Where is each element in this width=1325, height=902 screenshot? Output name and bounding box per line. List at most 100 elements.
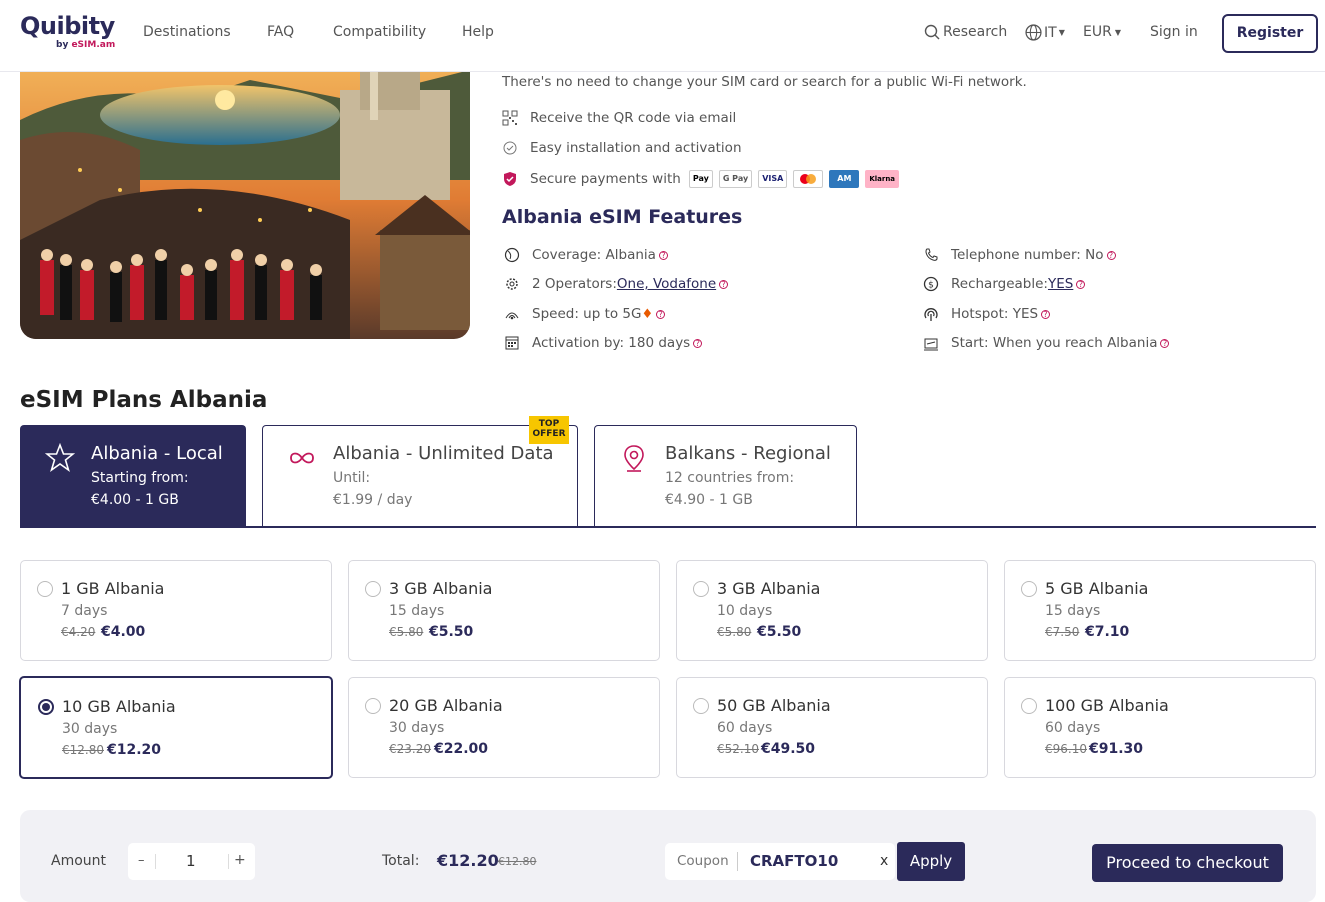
nav-help[interactable]: Help <box>462 24 494 40</box>
plan-card[interactable]: 3 GB Albania 10 days €5.80 €5.50 <box>676 560 988 661</box>
globe-icon <box>1025 24 1042 41</box>
feature-coverage: Coverage: Albania? <box>504 247 668 263</box>
feature-operators: 2 Operators: One, Vodafone? <box>504 276 729 292</box>
info-icon[interactable]: ? <box>719 279 729 289</box>
currency-select[interactable]: EUR ▼ <box>1083 24 1121 40</box>
feature-activation-label: Activation by: 180 days <box>532 335 691 351</box>
language-select[interactable]: IT ▼ <box>1025 24 1065 41</box>
logo-sub-prefix: by <box>56 40 72 50</box>
tab-price: €4.90 - 1 GB <box>665 492 753 508</box>
language-value: IT <box>1044 24 1057 41</box>
plan-card[interactable]: 5 GB Albania 15 days €7.50 €7.10 <box>1004 560 1316 661</box>
plan-price: €4.00 <box>101 624 146 640</box>
plan-duration: 15 days <box>389 603 445 619</box>
plan-radio[interactable] <box>1021 698 1037 714</box>
nav-compatibility[interactable]: Compatibility <box>333 24 426 40</box>
info-icon[interactable]: ? <box>658 250 668 260</box>
plan-name: 100 GB Albania <box>1045 696 1169 715</box>
tab-subtitle: Starting from: <box>91 470 189 486</box>
clear-coupon-button[interactable]: x <box>880 853 888 869</box>
globe-icon <box>504 247 520 263</box>
highlight-payments: Secure payments with Pay G Pay VISA AM K… <box>502 170 900 188</box>
signal-icon <box>505 312 519 320</box>
plan-old-price: €5.80 <box>389 625 424 639</box>
increment-button[interactable]: + <box>234 852 246 868</box>
secure-shield-icon <box>504 172 516 186</box>
hotspot-icon <box>924 308 938 321</box>
klarna-logo: Klarna <box>865 170 900 188</box>
apply-coupon-button[interactable]: Apply <box>897 842 965 881</box>
plan-card[interactable]: 50 GB Albania 60 days €52.10 €49.50 <box>676 677 988 778</box>
plan-name: 50 GB Albania <box>717 696 831 715</box>
operators-link[interactable]: One, Vodafone <box>617 276 716 292</box>
plan-card[interactable]: 20 GB Albania 30 days €23.20 €22.00 <box>348 677 660 778</box>
phone-icon <box>925 248 938 261</box>
feature-speed-label: Speed: up to 5G <box>532 306 642 322</box>
feature-hotspot: Hotspot: YES? <box>923 306 1051 322</box>
proceed-to-checkout-button[interactable]: Proceed to checkout <box>1092 844 1283 882</box>
tab-albania-local[interactable]: Albania - Local Starting from: €4.00 - 1… <box>20 425 246 526</box>
decrement-button[interactable]: – <box>138 853 145 868</box>
plan-radio[interactable] <box>37 581 53 597</box>
total-price: €12.20 <box>437 851 499 870</box>
info-icon[interactable]: ? <box>1041 309 1051 319</box>
svg-text:$: $ <box>928 281 934 291</box>
logo-sub-brand: eSIM <box>71 40 97 50</box>
nav-destinations[interactable]: Destinations <box>143 24 231 40</box>
coupon-input[interactable]: CRAFTO10 <box>750 852 838 870</box>
research-link[interactable]: Research <box>924 24 1007 40</box>
operator-gear-icon <box>506 278 518 290</box>
plan-radio[interactable] <box>365 581 381 597</box>
plan-old-price: €23.20 <box>389 742 431 756</box>
info-icon[interactable]: ? <box>1160 338 1170 348</box>
info-icon[interactable]: ? <box>1106 250 1116 260</box>
plan-duration: 10 days <box>717 603 773 619</box>
feature-hotspot-label: Hotspot: YES <box>951 306 1039 322</box>
register-button[interactable]: Register <box>1222 14 1318 53</box>
qr-code-icon <box>502 110 518 126</box>
plan-card[interactable]: 1 GB Albania 7 days €4.20 €4.00 <box>20 560 332 661</box>
plan-name: 3 GB Albania <box>717 579 821 598</box>
plan-duration: 60 days <box>717 720 773 736</box>
quantity-input[interactable]: 1 <box>186 852 196 870</box>
checkout-bar: Amount – 1 + Total: €12.20 €12.80 Coupon… <box>20 810 1316 902</box>
nav-faq[interactable]: FAQ <box>267 24 294 40</box>
amount-label: Amount <box>51 853 107 869</box>
plan-name: 20 GB Albania <box>389 696 503 715</box>
feature-rechargeable: $ Rechargeable: YES? <box>923 276 1086 292</box>
tab-title: Balkans - Regional <box>665 443 831 464</box>
info-icon[interactable]: ? <box>1076 279 1086 289</box>
total-old-price: €12.80 <box>498 855 537 868</box>
plan-duration: 30 days <box>62 721 118 737</box>
plan-radio[interactable] <box>1021 581 1037 597</box>
visa-logo: VISA <box>758 170 788 188</box>
info-icon[interactable]: ? <box>656 309 666 319</box>
rechargeable-link[interactable]: YES <box>1048 276 1073 292</box>
sign-in-link[interactable]: Sign in <box>1150 24 1198 40</box>
plan-card[interactable]: 3 GB Albania 15 days €5.80 €5.50 <box>348 560 660 661</box>
tab-balkans-regional[interactable]: Balkans - Regional 12 countries from: €4… <box>594 425 857 526</box>
plan-card[interactable]: 100 GB Albania 60 days €96.10 €91.30 <box>1004 677 1316 778</box>
plan-old-price: €5.80 <box>717 625 752 639</box>
star-icon <box>45 443 75 472</box>
plan-price: €49.50 <box>761 741 816 757</box>
tab-title: Albania - Unlimited Data <box>333 443 554 464</box>
plan-radio-selected[interactable] <box>38 699 54 715</box>
google-pay-logo: G Pay <box>718 170 753 188</box>
plan-radio[interactable] <box>693 698 709 714</box>
coupon-label: Coupon <box>677 853 729 869</box>
feature-activation: Activation by: 180 days? <box>504 335 703 351</box>
plan-price: €12.20 <box>107 742 162 758</box>
plan-radio[interactable] <box>365 698 381 714</box>
plan-old-price: €4.20 <box>61 625 96 639</box>
tab-albania-unlimited[interactable]: Albania - Unlimited Data Until: €1.99 / … <box>262 416 578 526</box>
dollar-circle-icon: $ <box>923 276 939 292</box>
plans-title: eSIM Plans Albania <box>20 387 268 413</box>
highlight-payments-label: Secure payments with <box>530 171 681 187</box>
quantity-stepper: – 1 + <box>128 843 255 880</box>
plan-radio[interactable] <box>693 581 709 597</box>
plan-price: €5.50 <box>757 624 802 640</box>
info-icon[interactable]: ? <box>693 338 703 348</box>
highlight-qr: Receive the QR code via email <box>502 110 736 126</box>
plan-card-selected[interactable]: 10 GB Albania 30 days €12.80 €12.20 <box>19 676 333 779</box>
